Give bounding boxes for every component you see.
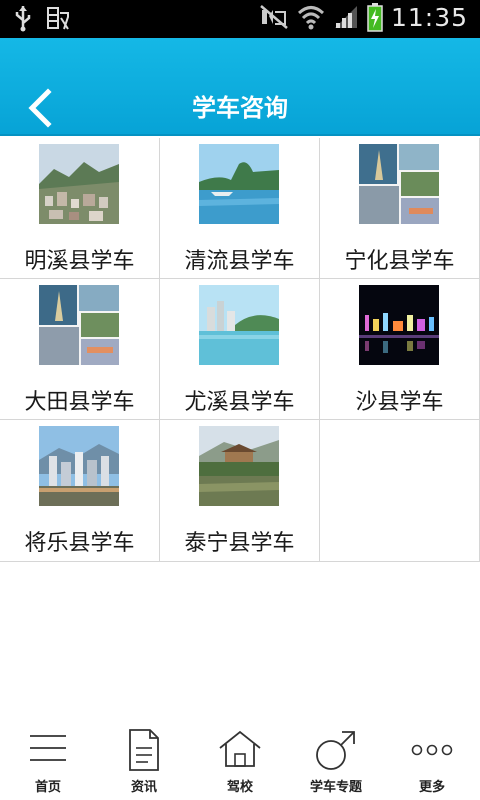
nav-topics[interactable]: 学车专题 [288, 718, 384, 800]
nav-school[interactable]: 驾校 [192, 718, 288, 800]
nav-label: 学车专题 [309, 780, 362, 795]
nav-home[interactable]: 首页 [0, 718, 96, 800]
house-icon [219, 730, 261, 767]
grid-empty-cell [320, 420, 480, 562]
grid-item-label: 大田县学车 [24, 390, 135, 415]
grid-item-label: 尤溪县学车 [184, 390, 295, 415]
grid-item-label: 泰宁县学车 [184, 531, 295, 556]
debug-icon [47, 7, 69, 30]
page-title: 学车咨询 [192, 94, 288, 122]
riverside-city-photo [199, 285, 279, 365]
lake-cliff-photo [199, 144, 279, 224]
grid-item-mingxi[interactable]: 明溪县学车 [0, 138, 160, 279]
nav-label: 更多 [418, 780, 445, 795]
more-dots-icon [411, 744, 453, 756]
nav-label: 首页 [34, 780, 61, 795]
grid-item-qingliu[interactable]: 清流县学车 [160, 138, 320, 279]
battery-charging-icon [367, 3, 383, 32]
grid-item-label: 明溪县学车 [24, 249, 135, 274]
nav-news[interactable]: 资讯 [96, 718, 192, 800]
grid-item-youxi[interactable]: 尤溪县学车 [160, 279, 320, 420]
city-collage-photo [39, 285, 119, 365]
wifi-icon [297, 6, 324, 30]
grid-item-label: 沙县学车 [355, 390, 444, 415]
usb-icon [15, 6, 31, 32]
grid-item-jiangle[interactable]: 将乐县学车 [0, 420, 160, 562]
male-symbol-icon [316, 731, 355, 770]
status-bar: 11:35 [0, 0, 480, 38]
mountain-town-photo [39, 144, 119, 224]
pavilion-lake-photo [199, 426, 279, 506]
nav-more[interactable]: 更多 [384, 718, 480, 800]
clock: 11:35 [390, 2, 468, 32]
title-bar: 学车咨询 [0, 38, 480, 136]
mute-icon [260, 5, 288, 29]
grid-item-label: 清流县学车 [184, 249, 295, 274]
nav-label: 资讯 [130, 780, 157, 795]
city-collage-photo [359, 144, 439, 224]
grid-item-shaxian[interactable]: 沙县学车 [320, 279, 480, 420]
grid-item-taining[interactable]: 泰宁县学车 [160, 420, 320, 562]
document-icon [129, 729, 159, 771]
night-city-photo [359, 285, 439, 365]
grid-item-label: 宁化县学车 [344, 249, 455, 274]
grid-item-datian[interactable]: 大田县学车 [0, 279, 160, 420]
signal-icon [334, 6, 357, 28]
nav-label: 驾校 [226, 780, 253, 795]
county-grid: 明溪县学车 清流县学车 宁化县学车 大田县学车 尤溪县学车 沙县学车 将乐县学车… [0, 138, 480, 562]
grid-item-ninghua[interactable]: 宁化县学车 [320, 138, 480, 279]
grid-item-label: 将乐县学车 [24, 531, 135, 556]
status-bar-left-icons [14, 4, 70, 32]
bottom-nav: 首页 资讯 驾校 学车专题 更多 [0, 718, 480, 800]
menu-icon [30, 735, 66, 761]
status-bar-right-icons: 11:35 [259, 2, 468, 32]
skyline-photo [39, 426, 119, 506]
